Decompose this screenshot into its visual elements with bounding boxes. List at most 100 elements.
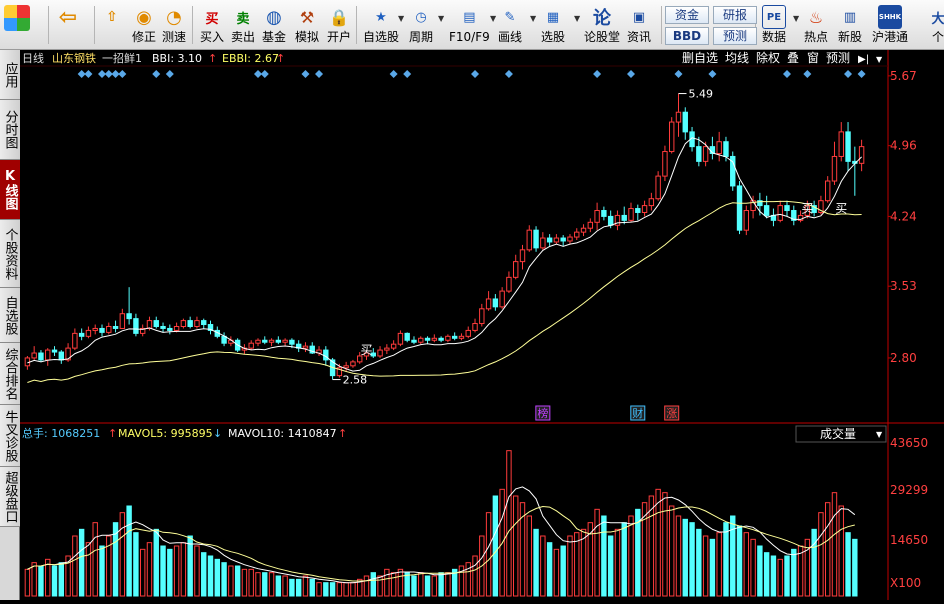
period-label: 日线 [22,51,44,65]
candle [418,337,424,343]
buy-label: 买入 [200,30,225,44]
sell-button[interactable]: 卖卖出 [231,3,255,49]
left-tab-1[interactable]: 分时图 [0,100,20,160]
volume-bar [702,535,709,597]
logo-button[interactable] [4,3,30,49]
forecast-button[interactable]: 预测 [713,27,757,45]
up-button[interactable]: ⇧ [100,3,124,49]
back-button[interactable]: ⇦ [56,3,80,49]
period-button[interactable]: ◷ 周期 [409,3,433,49]
volume-bar [139,548,146,597]
volume-bar [289,578,295,597]
volume-bar [750,538,756,597]
mavol10-up-arrow-icon: ↑ [338,427,347,440]
volume-bar [377,575,383,597]
hk-button[interactable]: SHHK 沪港通 [872,3,908,49]
volume-bar [818,512,824,597]
volume-bar [730,515,736,597]
watchlist-button[interactable]: ★ 自选股 [363,3,399,49]
buy-signal-label: 买 [801,201,813,215]
news-button[interactable]: ▣ 资讯 [627,3,651,49]
left-tab-4[interactable]: 自选股 [0,288,20,343]
left-tab-6[interactable]: 牛叉诊股 [0,405,20,467]
price-axis-label: 4.24 [890,209,917,223]
header-menu-3[interactable]: 叠 [787,51,799,65]
newstock-button[interactable]: ▥ 新股 [838,3,862,49]
more-button[interactable]: 大个 [926,3,944,49]
volume-bar [824,502,831,597]
capital-button[interactable]: 资金 [665,6,709,24]
header-menu-1[interactable]: 均线 [725,51,749,65]
candle [492,298,499,308]
candle [160,325,166,329]
volume-bar [838,505,844,597]
speed-button[interactable]: ◔ 测速 [162,3,186,49]
toolbar-separator [192,6,193,44]
volume-bar [614,528,621,597]
volume-bar [51,565,58,597]
candle [350,361,356,367]
bbd-button[interactable]: BBD [665,27,709,45]
f10-button[interactable]: ▤ F10/F9 [449,3,490,49]
mavol5-down-arrow-icon: ↓ [213,427,222,440]
select-dropdown-icon[interactable]: ▼ [574,14,580,23]
left-tab-0[interactable]: 应用 [0,50,20,100]
more-label: 个 [931,30,944,44]
volume-bar [363,575,370,597]
data-dropdown-icon[interactable]: ▼ [793,14,799,23]
candle [187,320,193,327]
left-tab-2[interactable]: K线图 [0,160,20,220]
fix-button[interactable]: ◉ 修正 [132,3,156,49]
kline-chart-area[interactable]: 日线 山东钢铁 一招鲜1 BBI: 3.10 ↑ EBBI: 2.67 ↑ 删自选 均线 除权叠窗… [20,50,944,600]
candle [594,210,600,223]
simulate-button[interactable]: ⚒ 模拟 [295,3,319,49]
research-button[interactable]: 研报 [713,6,757,24]
f10-dropdown-2-icon[interactable]: ▼ [490,14,496,23]
candle [343,365,349,369]
volume-bar [99,545,105,597]
left-tab-5[interactable]: 综合排名 [0,343,20,405]
volume-bar [831,492,838,597]
candle [845,131,851,162]
candle [112,325,119,329]
hot-label: 热点 [804,30,829,44]
open-button[interactable]: 🔒 开户 [327,3,351,49]
candle [621,214,627,221]
draw-dropdown-icon[interactable]: ▼ [530,14,536,23]
toolbar-separator [94,6,95,44]
candle [424,337,431,341]
header-menu-5[interactable]: 预测 [826,51,850,65]
draw-button[interactable]: ✎ 画线 [498,3,522,49]
kline-chart-svg[interactable]: 日线 山东钢铁 一招鲜1 BBI: 3.10 ↑ EBBI: 2.67↑ 删自选 均线 除权叠窗… [20,50,944,600]
volume-bar [472,555,478,597]
buy-signal-label: 买 [361,343,373,357]
fund-button[interactable]: ◍ 基金 [262,3,286,49]
left-tab-7[interactable]: 超级盘口 [0,467,20,527]
buy-button[interactable]: 买买入 [200,3,224,49]
period-dropdown-icon[interactable]: ▼ [398,14,404,23]
left-tab-3[interactable]: 个股资料 [0,220,20,288]
volume-bar [228,565,234,597]
candle [560,237,566,242]
volume-bar [316,582,322,597]
volume-bar [92,522,98,597]
header-menu-4[interactable]: 窗 [807,51,819,65]
candle [397,332,404,345]
data-button[interactable]: PE 数据 [762,3,786,49]
volume-bar [757,545,763,597]
candle [546,237,553,243]
forum-button[interactable]: 论论股堂 [584,3,620,49]
volume-bar [72,535,78,597]
candle [194,320,200,327]
volume-bar [207,555,214,597]
header-menu-2[interactable]: 除权 [756,50,780,65]
hot-button[interactable]: ♨ 热点 [804,3,828,49]
candle [723,141,729,157]
candle [696,146,702,162]
select-button[interactable]: ▦ 选股 [541,3,565,49]
header-menu-0[interactable]: 删自选 [682,51,718,65]
hammer-icon: ⚒ [299,7,315,27]
period-label: 周期 [409,30,434,44]
f10-dropdown-icon[interactable]: ▼ [438,14,444,23]
candle [302,345,309,349]
